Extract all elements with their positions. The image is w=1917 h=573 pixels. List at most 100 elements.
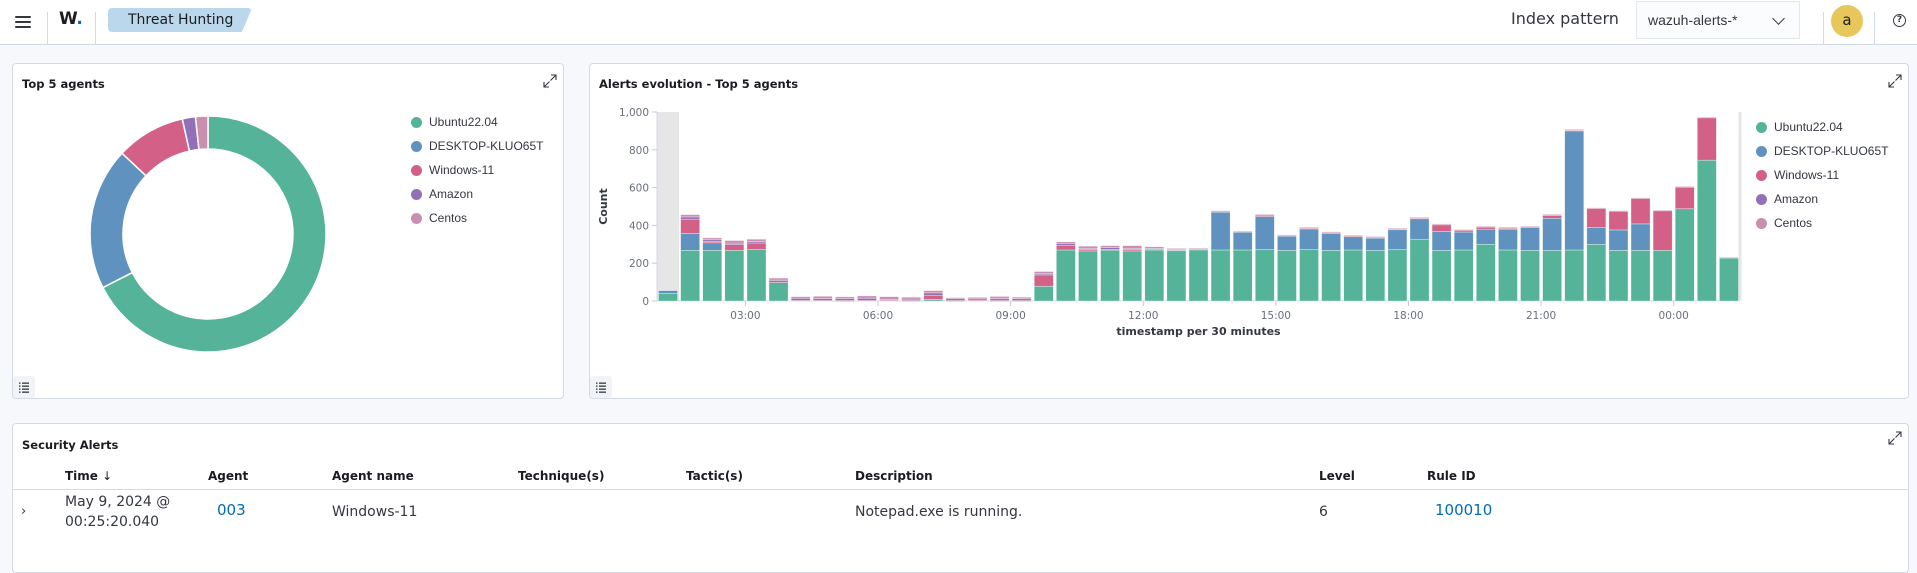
legend-item[interactable]: Amazon	[411, 182, 543, 206]
bar-segment-centos[interactable]	[1542, 214, 1562, 216]
bar-segment-ubuntu22-04[interactable]	[1166, 250, 1187, 302]
column-header-agent[interactable]: Agent	[208, 469, 248, 483]
bar-segment-centos[interactable]	[901, 296, 922, 300]
bar-segment-desktop-kluo65t[interactable]	[1365, 237, 1386, 251]
donut-slice-desktop-kluo65t[interactable]	[89, 152, 148, 289]
bar-segment-windows-11[interactable]	[1586, 208, 1607, 228]
bar-segment-desktop-kluo65t[interactable]	[1608, 229, 1629, 251]
bar-segment-ubuntu22-04[interactable]	[746, 249, 767, 302]
expand-icon[interactable]	[542, 73, 558, 89]
bar-segment-centos[interactable]	[1431, 223, 1452, 226]
bar-segment-centos[interactable]	[746, 238, 767, 242]
bar-segment-desktop-kluo65t[interactable]	[1409, 218, 1430, 240]
legend-item[interactable]: Ubuntu22.04	[1756, 115, 1888, 139]
bar-segment-ubuntu22-04[interactable]	[768, 282, 789, 302]
bar-segment-desktop-kluo65t[interactable]	[1475, 228, 1496, 245]
bar-segment-centos[interactable]	[1078, 245, 1098, 249]
bar-segment-ubuntu22-04[interactable]	[1277, 250, 1297, 302]
bar-segment-centos[interactable]	[1564, 129, 1585, 131]
bar-segment-centos[interactable]	[1056, 241, 1076, 244]
legend-toggle-button[interactable]	[13, 376, 35, 398]
bar-segment-windows-11[interactable]	[1033, 274, 1054, 287]
bar-segment-desktop-kluo65t[interactable]	[1232, 231, 1253, 251]
bar-segment-windows-11[interactable]	[1056, 244, 1076, 251]
bar-segment-centos[interactable]	[1122, 245, 1143, 249]
bar-segment-centos[interactable]	[1254, 214, 1275, 216]
bar-segment-ubuntu22-04[interactable]	[1608, 250, 1629, 302]
bar-segment-centos[interactable]	[1166, 248, 1187, 250]
bar-segment-desktop-kluo65t[interactable]	[1387, 229, 1408, 250]
bar-segment-ubuntu22-04[interactable]	[702, 250, 723, 302]
bar-segment-windows-11[interactable]	[746, 242, 767, 250]
bar-segment-ubuntu22-04[interactable]	[1100, 249, 1120, 302]
cell-rule-id-link[interactable]: 100010	[1435, 501, 1492, 519]
legend-item[interactable]: Windows-11	[1756, 163, 1888, 187]
bar-segment-centos[interactable]	[1630, 197, 1651, 199]
bar-segment-centos[interactable]	[879, 296, 899, 300]
bar-segment-windows-11[interactable]	[680, 218, 701, 234]
bar-segment-ubuntu22-04[interactable]	[1498, 249, 1518, 302]
bar-segment-ubuntu22-04[interactable]	[680, 250, 701, 302]
bar-segment-centos[interactable]	[1387, 227, 1408, 230]
bar-segment-windows-11[interactable]	[1630, 198, 1651, 225]
bar-segment-centos[interactable]	[857, 295, 877, 299]
bar-segment-desktop-kluo65t[interactable]	[1321, 233, 1341, 251]
column-header-agent-name[interactable]: Agent name	[332, 469, 414, 483]
bar-segment-ubuntu22-04[interactable]	[1365, 250, 1386, 302]
bar-segment-centos[interactable]	[1188, 247, 1209, 250]
legend-item[interactable]: Ubuntu22.04	[411, 110, 543, 134]
bar-segment-desktop-kluo65t[interactable]	[680, 233, 701, 251]
legend-item[interactable]: DESKTOP-KLUO65T	[1756, 139, 1888, 163]
bar-segment-centos[interactable]	[1343, 234, 1364, 237]
bar-segment-ubuntu22-04[interactable]	[1343, 249, 1364, 302]
bar-segment-amazon[interactable]	[857, 297, 877, 301]
bar-segment-ubuntu22-04[interactable]	[1520, 250, 1540, 302]
bar-segment-desktop-kluo65t[interactable]	[1254, 216, 1275, 250]
cell-agent-link[interactable]: 003	[217, 501, 246, 519]
bar-segment-ubuntu22-04[interactable]	[1475, 244, 1496, 302]
bar-segment-windows-11[interactable]	[1674, 186, 1695, 210]
bar-segment-centos[interactable]	[1719, 257, 1739, 259]
bar-segment-desktop-kluo65t[interactable]	[1299, 228, 1319, 250]
help-icon[interactable]: ?	[1893, 14, 1906, 27]
bar-segment-centos[interactable]	[1608, 210, 1629, 212]
bar-segment-centos[interactable]	[790, 296, 811, 299]
column-header-time[interactable]: Time ↓	[65, 469, 112, 483]
bar-segment-centos[interactable]	[1674, 186, 1695, 188]
bar-segment-centos[interactable]	[680, 214, 701, 218]
bar-segment-ubuntu22-04[interactable]	[1431, 250, 1452, 302]
column-header-rule-id[interactable]: Rule ID	[1427, 469, 1476, 483]
bar-segment-centos[interactable]	[724, 240, 745, 244]
legend-item[interactable]: Centos	[411, 206, 543, 230]
column-header-level[interactable]: Level	[1319, 469, 1355, 483]
bar-segment-ubuntu22-04[interactable]	[1122, 250, 1143, 302]
bar-segment-desktop-kluo65t[interactable]	[1453, 231, 1474, 251]
bar-segment-ubuntu22-04[interactable]	[1719, 257, 1739, 302]
bar-segment-amazon[interactable]	[680, 216, 701, 220]
bar-segment-desktop-kluo65t[interactable]	[1498, 228, 1518, 251]
bar-segment-windows-11[interactable]	[1652, 210, 1673, 251]
bar-segment-windows-11[interactable]	[1542, 215, 1562, 219]
expand-icon[interactable]	[1887, 430, 1903, 446]
expand-row-chevron-icon[interactable]: ›	[21, 504, 26, 519]
bar-segment-ubuntu22-04[interactable]	[1078, 250, 1098, 302]
bar-segment-desktop-kluo65t[interactable]	[1542, 217, 1562, 251]
table-row[interactable]: › May 9, 2024 @ 00:25:20.040 003 Windows…	[13, 492, 1908, 542]
bar-segment-centos[interactable]	[967, 297, 988, 300]
bar-segment-ubuntu22-04[interactable]	[1453, 249, 1474, 302]
bar-segment-centos[interactable]	[1011, 296, 1032, 300]
column-header-techniques[interactable]: Technique(s)	[518, 469, 604, 483]
bar-segment-centos[interactable]	[812, 295, 833, 299]
bar-segment-centos[interactable]	[1100, 245, 1120, 248]
bar-segment-ubuntu22-04[interactable]	[724, 250, 745, 302]
bar-segment-windows-11[interactable]	[923, 295, 944, 300]
bar-segment-centos[interactable]	[835, 296, 855, 300]
index-pattern-select[interactable]: wazuh-alerts-*	[1636, 1, 1800, 39]
bar-segment-ubuntu22-04[interactable]	[1564, 249, 1585, 302]
bar-segment-ubuntu22-04[interactable]	[1188, 249, 1209, 302]
menu-button[interactable]	[12, 11, 34, 33]
bar-segment-desktop-kluo65t[interactable]	[702, 242, 723, 251]
bar-segment-centos[interactable]	[1696, 116, 1717, 119]
bar-segment-windows-11[interactable]	[1696, 117, 1717, 161]
bar-segment-desktop-kluo65t[interactable]	[1431, 231, 1452, 251]
